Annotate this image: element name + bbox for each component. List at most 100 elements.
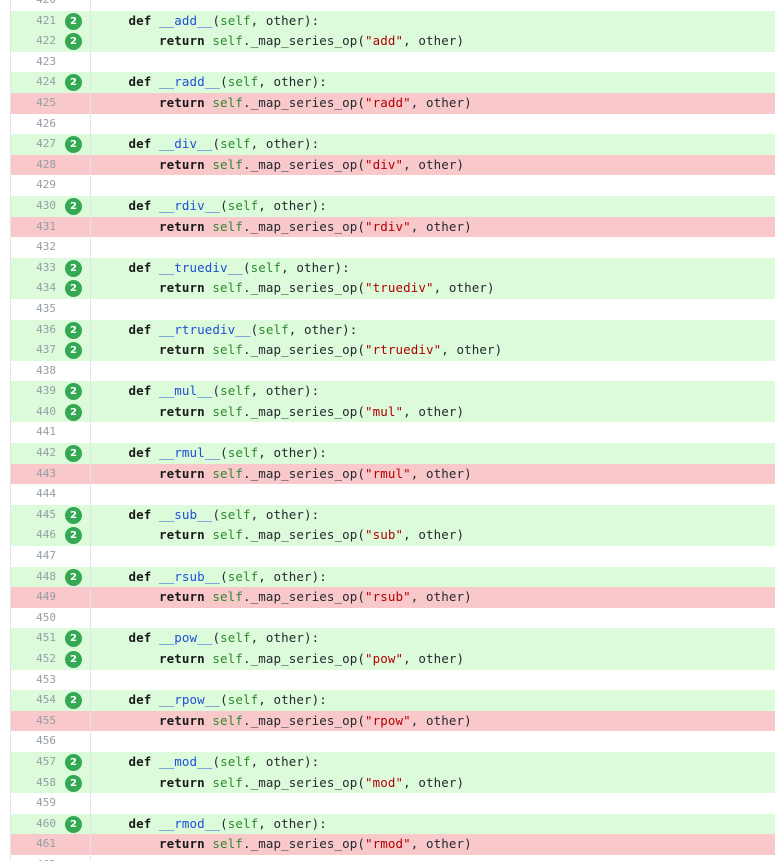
code-token: , other) [433,280,495,296]
line-number[interactable]: 448 [11,567,56,588]
code-line-covered[interactable]: 421 2 def __add__(self, other): [11,10,775,32]
code-line-covered[interactable]: 458 2 return self._map_series_op("mod", o… [11,772,775,794]
code-line-covered[interactable]: 454 2 def __rpow__(self, other): [11,690,775,711]
code-line-missed[interactable]: 428 return self._map_series_op("div", ot… [11,154,775,176]
code-line-none[interactable]: 453 [11,669,775,691]
line-number[interactable]: 440 [11,402,56,423]
hit-count-cell: 2 [62,504,91,526]
line-number[interactable]: 420 [11,0,56,11]
line-number[interactable]: 431 [11,217,56,238]
line-number[interactable]: 454 [11,690,56,711]
line-number[interactable]: 436 [11,320,56,341]
code-line-covered[interactable]: 433 2 def __truediv__(self, other): [11,257,775,279]
code-line-none[interactable]: 456 [11,731,775,752]
line-number[interactable]: 461 [11,834,56,855]
code-line-covered[interactable]: 452 2 return self._map_series_op("pow", o… [11,649,775,670]
code-line-none[interactable]: 426 [11,113,775,135]
code-line-none[interactable]: 444 [11,484,775,505]
code-line-covered[interactable]: 430 2 def __rdiv__(self, other): [11,195,775,217]
keyword-token: return [159,280,205,296]
code-line-covered[interactable]: 448 2 def __rsub__(self, other): [11,566,775,588]
code-line-none[interactable]: 459 [11,793,775,814]
line-number[interactable]: 456 [11,731,56,752]
code-line-none[interactable]: 447 [11,546,775,567]
function-name-token: __mul__ [159,383,213,399]
code-line-none[interactable]: 420 [11,0,775,11]
line-number[interactable]: 429 [11,175,56,196]
code-token: , other): [250,12,320,28]
code-line-covered[interactable]: 436 2 def __rtruediv__(self, other): [11,319,775,341]
hit-count-cell [62,51,91,73]
line-number[interactable]: 424 [11,72,56,93]
code-line-missed[interactable]: 431 return self._map_series_op("rdiv", o… [11,216,775,238]
code-line-covered[interactable]: 460 2 def __rmod__(self, other): [11,813,775,835]
code-line-covered[interactable]: 442 2 def __rmul__(self, other): [11,443,775,464]
line-number[interactable]: 426 [11,114,56,135]
code-line-covered[interactable]: 439 2 def __mul__(self, other): [11,381,775,402]
line-number[interactable]: 445 [11,505,56,526]
hit-count-cell [62,793,91,814]
line-number[interactable]: 434 [11,278,56,299]
line-number[interactable]: 450 [11,608,56,629]
code-line-covered[interactable]: 446 2 return self._map_series_op("sub", o… [11,525,775,547]
code-token: ._map_series_op( [242,403,365,419]
code-line-covered[interactable]: 451 2 def __pow__(self, other): [11,628,775,649]
code-line-none[interactable]: 441 [11,422,775,444]
line-number[interactable]: 422 [11,31,56,52]
line-number[interactable]: 428 [11,155,56,176]
line-number[interactable]: 437 [11,340,56,361]
line-number[interactable]: 443 [11,464,56,485]
line-number[interactable]: 432 [11,237,56,258]
line-number[interactable]: 425 [11,93,56,114]
line-number[interactable]: 459 [11,793,56,814]
line-number[interactable]: 421 [11,11,56,32]
line-number[interactable]: 433 [11,258,56,279]
code-line-covered[interactable]: 427 2 def __div__(self, other): [11,134,775,155]
line-number[interactable]: 457 [11,752,56,773]
line-number[interactable]: 442 [11,443,56,464]
line-number[interactable]: 453 [11,670,56,691]
line-number[interactable]: 452 [11,649,56,670]
hit-count-cell [62,587,91,608]
line-number[interactable]: 439 [11,381,56,402]
code-line-missed[interactable]: 455 return self._map_series_op("rpow", o… [11,710,775,732]
code-line-none[interactable]: 423 [11,51,775,73]
line-number[interactable]: 462 [11,855,56,861]
line-number[interactable]: 435 [11,299,56,320]
line-number[interactable]: 430 [11,196,56,217]
code-line-covered[interactable]: 457 2 def __mod__(self, other): [11,751,775,773]
code-line-covered[interactable]: 434 2 return self._map_series_op("truediv… [11,278,775,299]
code-line-none[interactable]: 435 [11,298,775,320]
line-number[interactable]: 460 [11,814,56,835]
line-number[interactable]: 438 [11,361,56,382]
line-number[interactable]: 444 [11,484,56,505]
code-line-none[interactable]: 450 [11,607,775,629]
line-number[interactable]: 446 [11,525,56,546]
line-number[interactable]: 449 [11,587,56,608]
line-number[interactable]: 423 [11,52,56,73]
code-line-missed[interactable]: 425 return self._map_series_op("radd", o… [11,92,775,114]
line-number[interactable]: 451 [11,628,56,649]
code-line-covered[interactable]: 445 2 def __sub__(self, other): [11,504,775,526]
code-line-covered[interactable]: 437 2 return self._map_series_op("rtruedi… [11,340,775,361]
hit-count-cell: 2 [62,340,91,361]
code-line-covered[interactable]: 424 2 def __radd__(self, other): [11,72,775,93]
code-line-missed[interactable]: 449 return self._map_series_op("rsub", o… [11,587,775,608]
coverage-code-viewer[interactable]: 4204212 def __add__(self, other):4222 re… [10,0,775,861]
code-line-missed[interactable]: 443 return self._map_series_op("rmul", o… [11,463,775,485]
code-line-covered[interactable]: 422 2 return self._map_series_op("add", o… [11,31,775,52]
code-line-none[interactable]: 462 [11,854,775,861]
code-token: ( [212,753,221,769]
line-number[interactable]: 447 [11,546,56,567]
code-line-none[interactable]: 438 [11,360,775,382]
code-line-covered[interactable]: 440 2 return self._map_series_op("mul", o… [11,401,775,423]
code-line-none[interactable]: 429 [11,175,775,196]
line-number[interactable]: 455 [11,711,56,732]
line-number[interactable]: 441 [11,422,56,443]
line-number[interactable]: 427 [11,134,56,155]
code-line-missed[interactable]: 461 return self._map_series_op("rmod", o… [11,834,775,855]
code-line-none[interactable]: 432 [11,237,775,258]
line-number[interactable]: 458 [11,773,56,794]
